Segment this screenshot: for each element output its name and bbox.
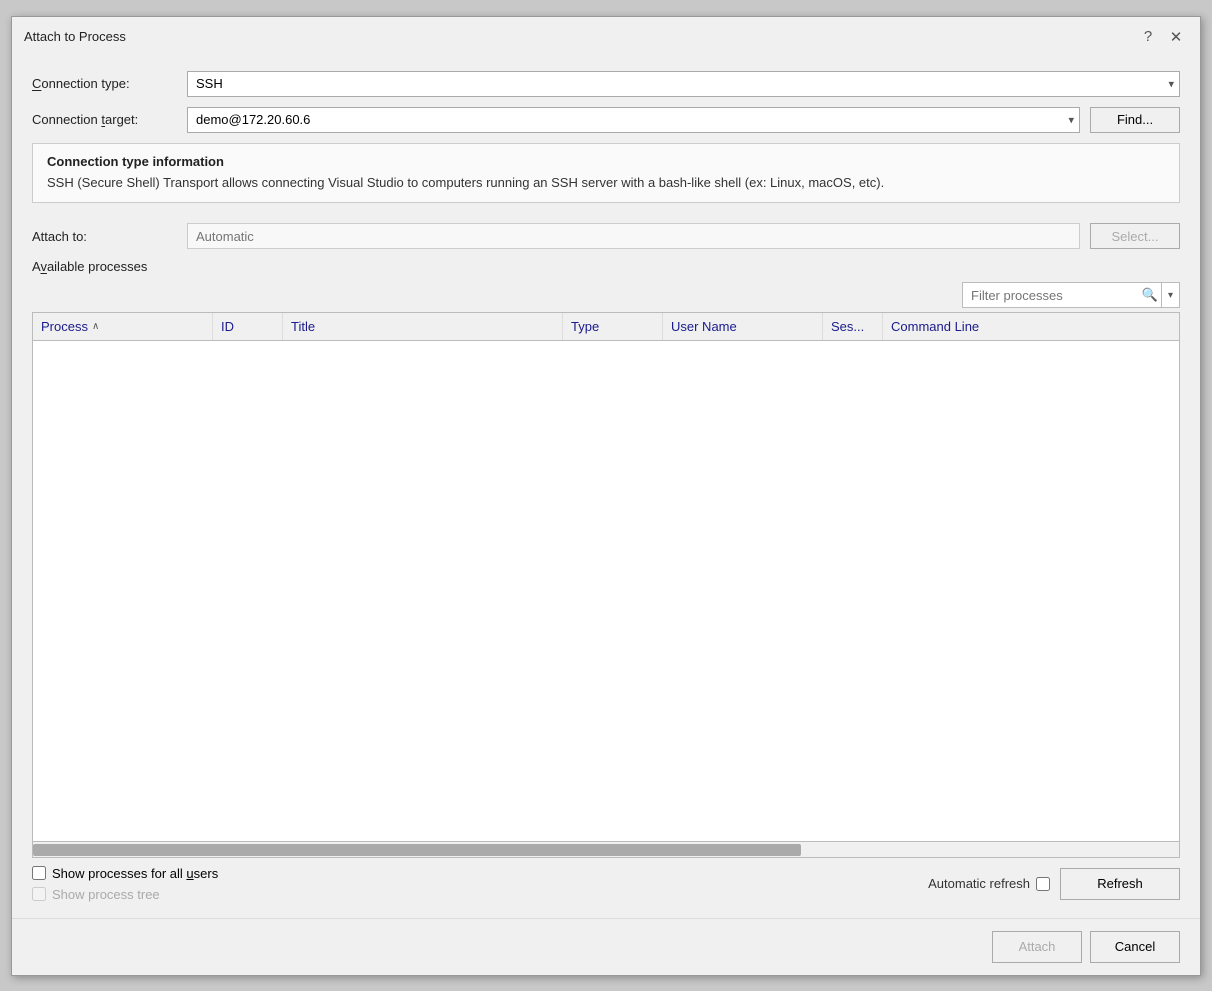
connection-target-wrapper: ▾ (187, 107, 1080, 133)
select-button[interactable]: Select... (1090, 223, 1180, 249)
help-button[interactable]: ? (1136, 25, 1160, 49)
dialog-title: Attach to Process (24, 29, 126, 44)
right-controls: Automatic refresh Refresh (928, 868, 1180, 900)
footer-buttons: Attach Cancel (12, 918, 1200, 975)
column-username[interactable]: User Name (663, 313, 823, 340)
attach-to-process-dialog: Attach to Process ? ✕ Connection type: S… (11, 16, 1201, 976)
auto-refresh-checkbox[interactable] (1036, 877, 1050, 891)
title-bar: Attach to Process ? ✕ (12, 17, 1200, 55)
process-table: Process ∧ ID Title Type User Name (32, 312, 1180, 858)
connection-target-input[interactable] (187, 107, 1080, 133)
dialog-content: Connection type: SSH Default Remote (no … (12, 55, 1200, 918)
available-processes-section: Available processes 🔍 ▾ Process ∧ (32, 259, 1180, 902)
show-all-users-checkbox[interactable] (32, 866, 46, 880)
connection-target-label: Connection target: (32, 112, 177, 127)
column-title[interactable]: Title (283, 313, 563, 340)
scrollbar-thumb (33, 844, 801, 856)
auto-refresh-label: Automatic refresh (928, 876, 1050, 891)
attach-to-input (187, 223, 1080, 249)
show-process-tree-checkbox[interactable] (32, 887, 46, 901)
available-processes-label: Available processes (32, 259, 1180, 274)
column-type[interactable]: Type (563, 313, 663, 340)
find-button[interactable]: Find... (1090, 107, 1180, 133)
table-body (33, 341, 1179, 841)
show-process-tree-label: Show process tree (52, 887, 160, 902)
column-cmdline[interactable]: Command Line (883, 313, 1179, 340)
close-button[interactable]: ✕ (1164, 25, 1188, 49)
column-process[interactable]: Process ∧ (33, 313, 213, 340)
table-header: Process ∧ ID Title Type User Name (33, 313, 1179, 341)
filter-input-wrapper: 🔍 ▾ (962, 282, 1180, 308)
show-all-users-row: Show processes for all users (32, 866, 218, 881)
show-process-tree-row: Show process tree (32, 887, 218, 902)
cancel-button[interactable]: Cancel (1090, 931, 1180, 963)
filter-row: 🔍 ▾ (32, 282, 1180, 308)
attach-to-label: Attach to: (32, 229, 177, 244)
column-id[interactable]: ID (213, 313, 283, 340)
connection-type-select[interactable]: SSH Default Remote (no authentication) (187, 71, 1180, 97)
column-ses[interactable]: Ses... (823, 313, 883, 340)
attach-button[interactable]: Attach (992, 931, 1082, 963)
info-box-text: SSH (Secure Shell) Transport allows conn… (47, 173, 1165, 193)
checkboxes: Show processes for all users Show proces… (32, 866, 218, 902)
show-all-users-label: Show processes for all users (52, 866, 218, 881)
title-bar-buttons: ? ✕ (1136, 25, 1188, 49)
refresh-button[interactable]: Refresh (1060, 868, 1180, 900)
attach-to-row: Attach to: Select... (32, 223, 1180, 249)
connection-type-wrapper: SSH Default Remote (no authentication) ▾ (187, 71, 1180, 97)
horizontal-scrollbar[interactable] (33, 841, 1179, 857)
bottom-options: Show processes for all users Show proces… (32, 866, 1180, 902)
connection-type-label: Connection type: (32, 76, 177, 91)
connection-target-row: Connection target: ▾ Find... (32, 107, 1180, 133)
filter-processes-input[interactable] (962, 282, 1162, 308)
filter-dropdown-button[interactable]: ▾ (1162, 282, 1180, 308)
connection-type-info-box: Connection type information SSH (Secure … (32, 143, 1180, 204)
connection-type-row: Connection type: SSH Default Remote (no … (32, 71, 1180, 97)
info-box-title: Connection type information (47, 154, 1165, 169)
sort-arrow-icon: ∧ (92, 321, 99, 332)
